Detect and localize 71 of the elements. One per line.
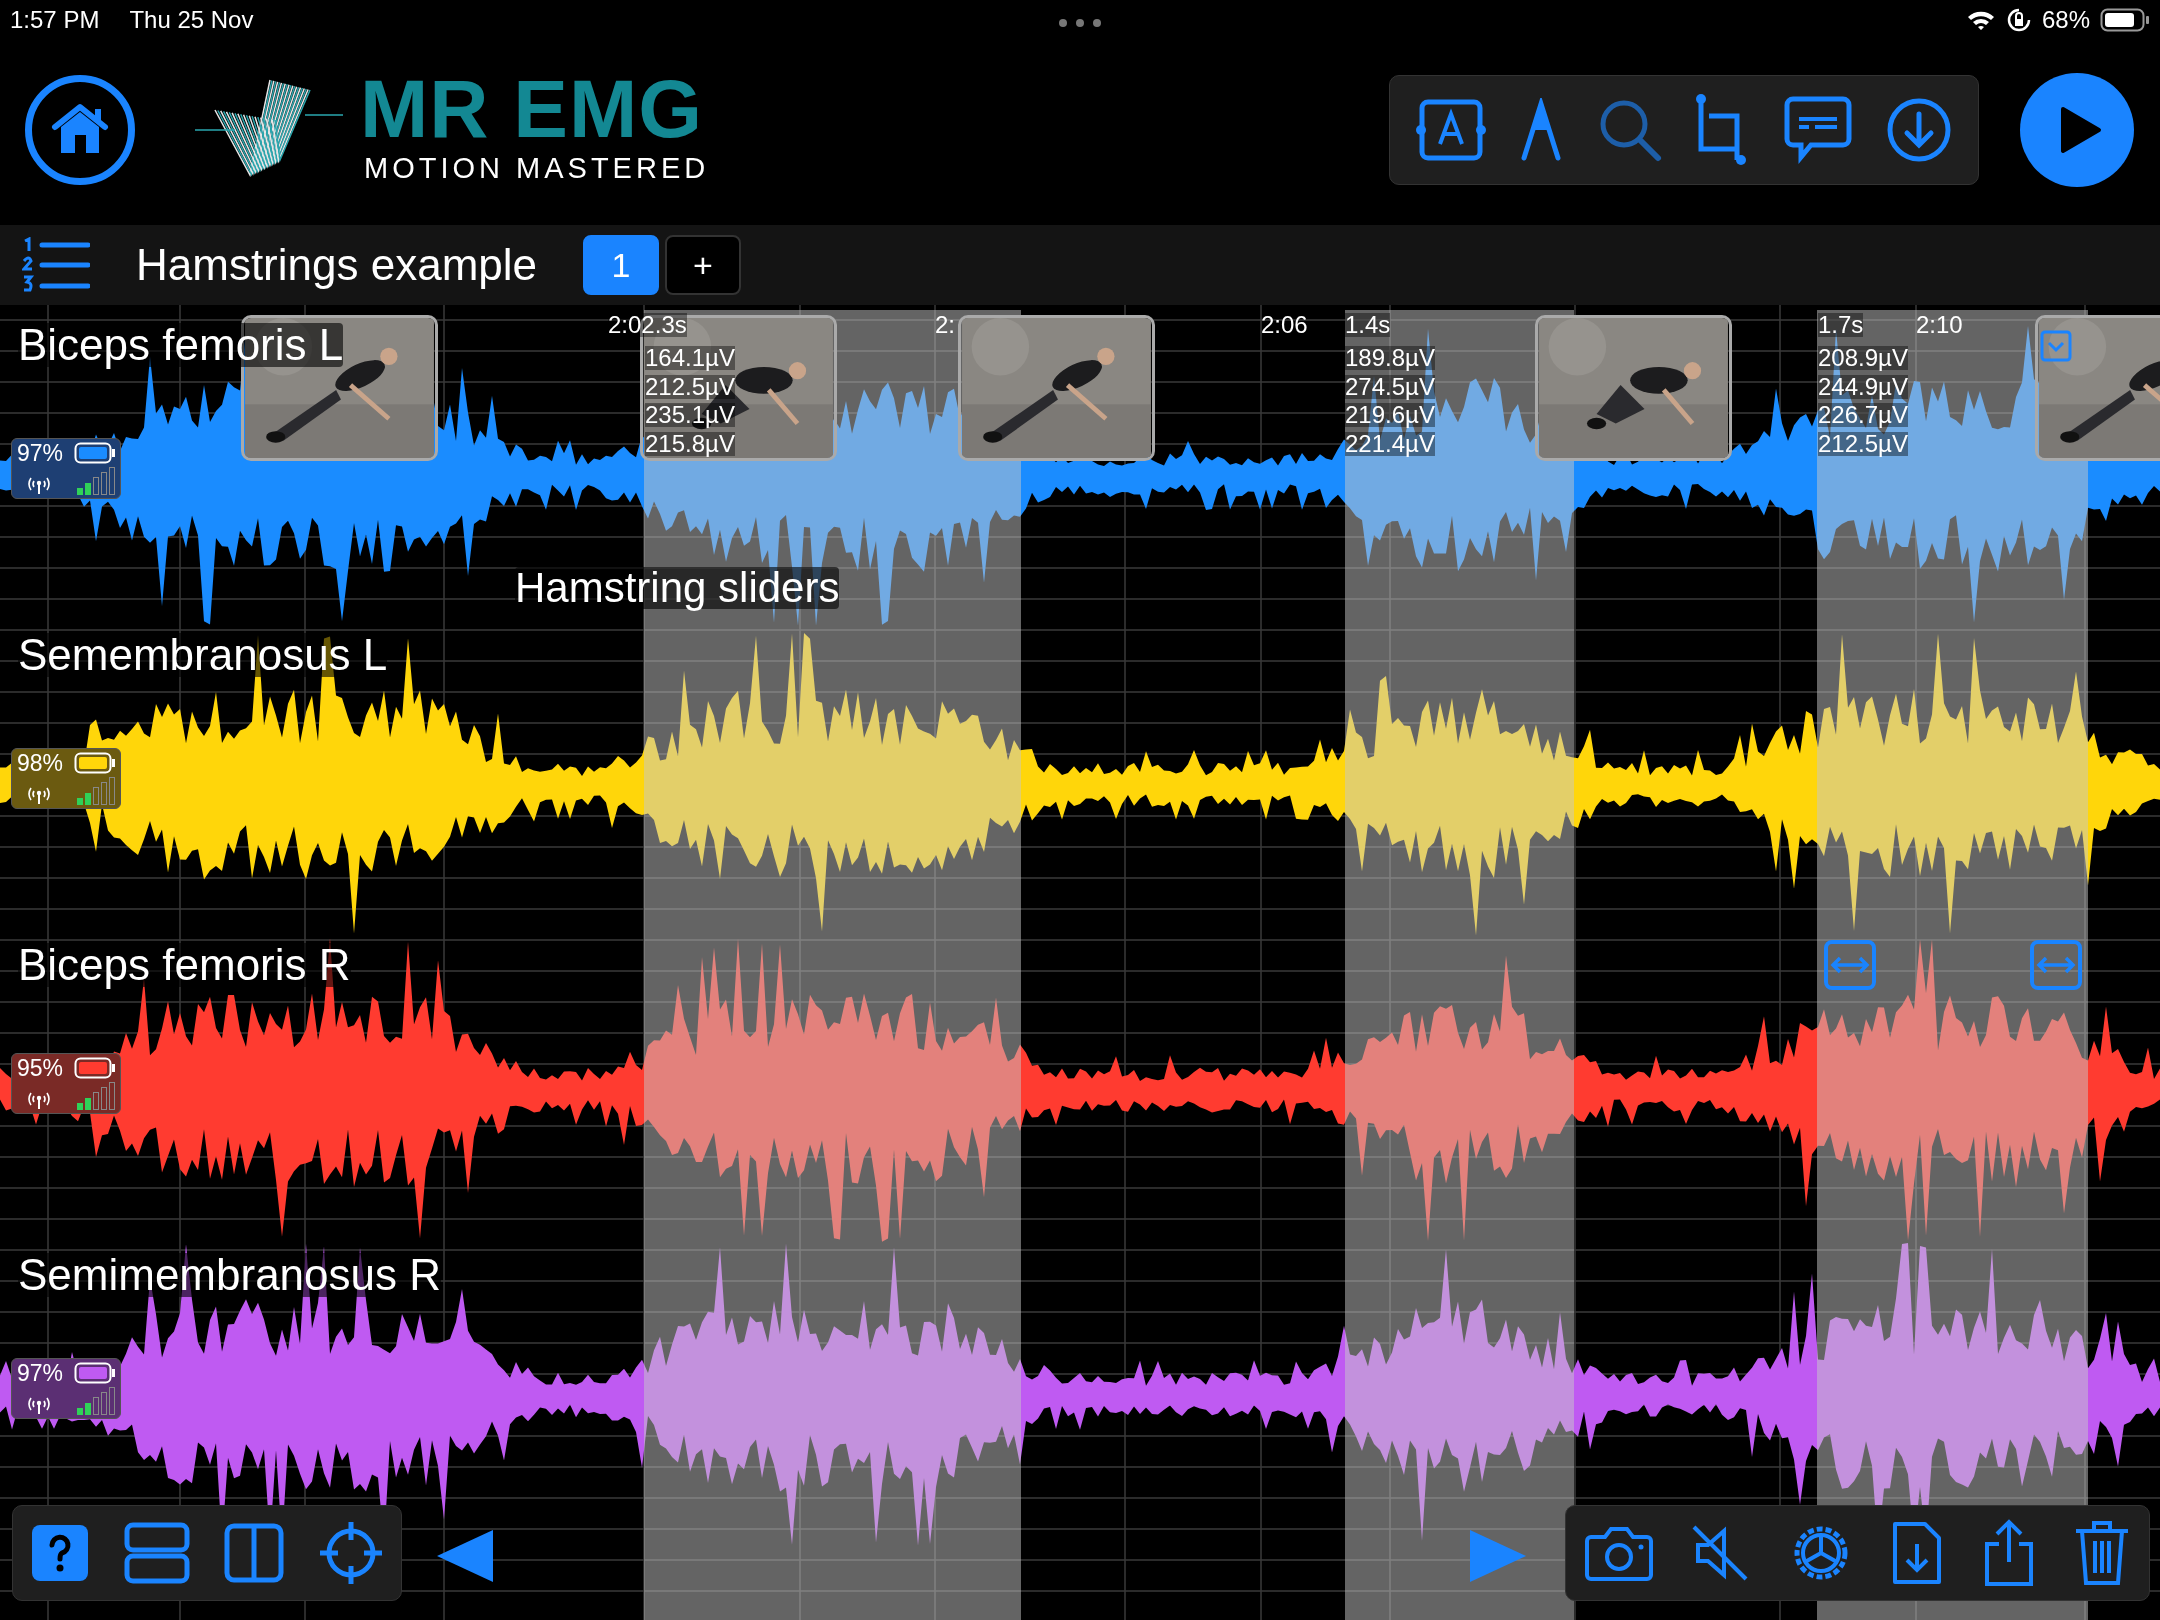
battery-icon bbox=[74, 1362, 116, 1384]
value-label: 219.6µV bbox=[1345, 403, 1435, 427]
sensor-battery-level: 97% bbox=[17, 442, 64, 465]
numbered-list-icon[interactable] bbox=[22, 237, 90, 293]
antenna-icon bbox=[26, 475, 52, 495]
value-label: 221.4µV bbox=[1345, 431, 1435, 456]
annotation-text[interactable]: Hamstring sliders bbox=[515, 567, 840, 609]
value-label: 212.5µV bbox=[645, 374, 735, 399]
battery-icon bbox=[2100, 7, 2150, 33]
channel-name: Biceps femoris L bbox=[18, 323, 344, 367]
help-icon[interactable] bbox=[30, 1523, 90, 1583]
home-button[interactable] bbox=[25, 75, 135, 185]
sensor-badge[interactable]: 97% bbox=[11, 438, 121, 499]
sensor-badge[interactable]: 98% bbox=[11, 748, 121, 809]
value-label: 215.8µV bbox=[645, 431, 735, 456]
value-label: 189.8µV bbox=[1345, 346, 1435, 370]
play-icon bbox=[2059, 105, 2103, 155]
time-label: 2:06 bbox=[1261, 313, 1308, 337]
value-label: 244.9µV bbox=[1818, 374, 1908, 399]
camera-icon[interactable] bbox=[1584, 1525, 1653, 1581]
antenna-icon bbox=[26, 785, 52, 805]
value-label: 208.9µV bbox=[1818, 346, 1908, 370]
signal-icon bbox=[76, 1081, 116, 1111]
selection-band[interactable] bbox=[1817, 310, 2088, 1620]
trash-icon[interactable] bbox=[2074, 1519, 2131, 1587]
duration-label: 1.7s bbox=[1818, 313, 1864, 337]
logo-title: MR EMG bbox=[360, 68, 704, 150]
value-label: 164.1µV bbox=[645, 346, 735, 370]
channel-name: Biceps femoris R bbox=[18, 943, 351, 987]
download-icon[interactable] bbox=[1885, 97, 1952, 163]
import-file-icon[interactable] bbox=[1891, 1520, 1944, 1586]
battery-icon bbox=[74, 752, 116, 774]
value-label: 235.1µV bbox=[645, 403, 735, 427]
duration-label: 1.4s bbox=[1345, 313, 1391, 337]
signal-icon bbox=[76, 776, 116, 806]
time-label: 2:10 bbox=[1916, 313, 1963, 337]
battery-icon bbox=[74, 442, 116, 464]
signal-icon bbox=[76, 1386, 116, 1416]
antenna-icon bbox=[26, 1090, 52, 1110]
rotation-lock-icon bbox=[2005, 7, 2032, 33]
channel-name: Semimembranosus R bbox=[18, 1253, 442, 1297]
battery-percentage: 68% bbox=[2041, 5, 2090, 35]
more-icon[interactable] bbox=[1058, 18, 1102, 28]
text-box-icon[interactable] bbox=[1416, 98, 1487, 162]
time-label: 2: bbox=[935, 313, 955, 337]
resize-handle-icon[interactable] bbox=[1824, 940, 1876, 990]
columns-layout-icon[interactable] bbox=[224, 1523, 284, 1583]
crosshair-icon[interactable] bbox=[318, 1520, 384, 1586]
logo-subtitle: MOTION MASTERED bbox=[364, 154, 710, 183]
sensor-battery-level: 98% bbox=[17, 752, 64, 775]
sensor-battery-level: 95% bbox=[17, 1057, 64, 1080]
page-tab[interactable]: 1 bbox=[583, 235, 660, 295]
battery-icon bbox=[74, 1057, 116, 1079]
signal-icon bbox=[76, 466, 116, 496]
rows-layout-icon[interactable] bbox=[124, 1522, 190, 1584]
status-date: Thu 25 Nov bbox=[129, 5, 254, 35]
antenna-icon bbox=[26, 1395, 52, 1415]
add-page-button[interactable]: + bbox=[665, 235, 742, 295]
channel-name: Semembranosus L bbox=[18, 633, 388, 677]
value-label: 212.5µV bbox=[1818, 431, 1908, 456]
duration-label: 2:02.3s bbox=[608, 313, 687, 337]
status-time: 1:57 PM bbox=[10, 5, 100, 35]
value-label: 274.5µV bbox=[1345, 374, 1435, 399]
resize-handle-icon[interactable] bbox=[2030, 940, 2082, 990]
sensor-battery-level: 97% bbox=[17, 1362, 64, 1385]
comment-icon[interactable] bbox=[1783, 95, 1854, 165]
value-label: 226.7µV bbox=[1818, 403, 1908, 427]
sensor-badge[interactable]: 95% bbox=[11, 1053, 121, 1114]
sensor-badge[interactable]: 97% bbox=[11, 1358, 121, 1419]
previous-icon[interactable] bbox=[435, 1528, 495, 1584]
session-title: Hamstrings example bbox=[136, 239, 538, 291]
